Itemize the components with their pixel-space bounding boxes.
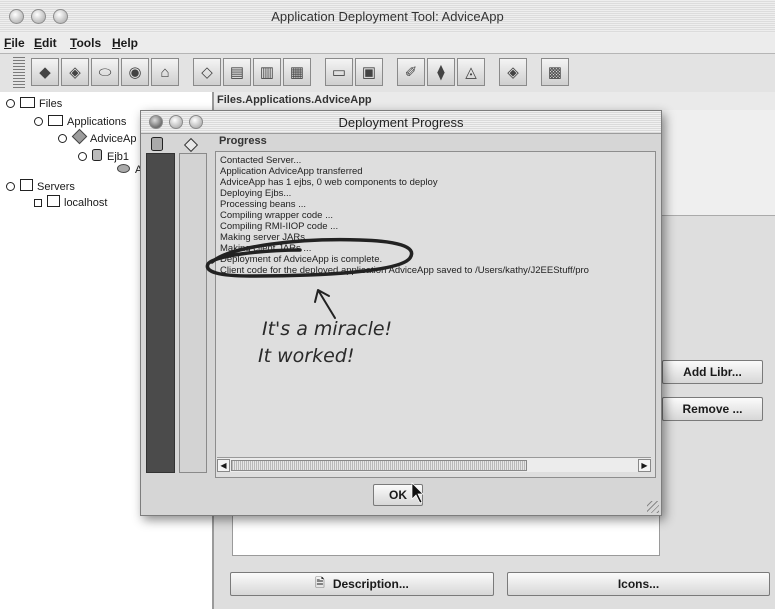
annotation-text: It worked! [258, 345, 355, 367]
highlight-circle [205, 237, 414, 278]
annotation-arrow-icon [314, 289, 336, 319]
annotation-layer [205, 237, 424, 504]
mouse-cursor-icon [411, 482, 424, 504]
annotation-text: It's a miracle! [262, 318, 393, 340]
